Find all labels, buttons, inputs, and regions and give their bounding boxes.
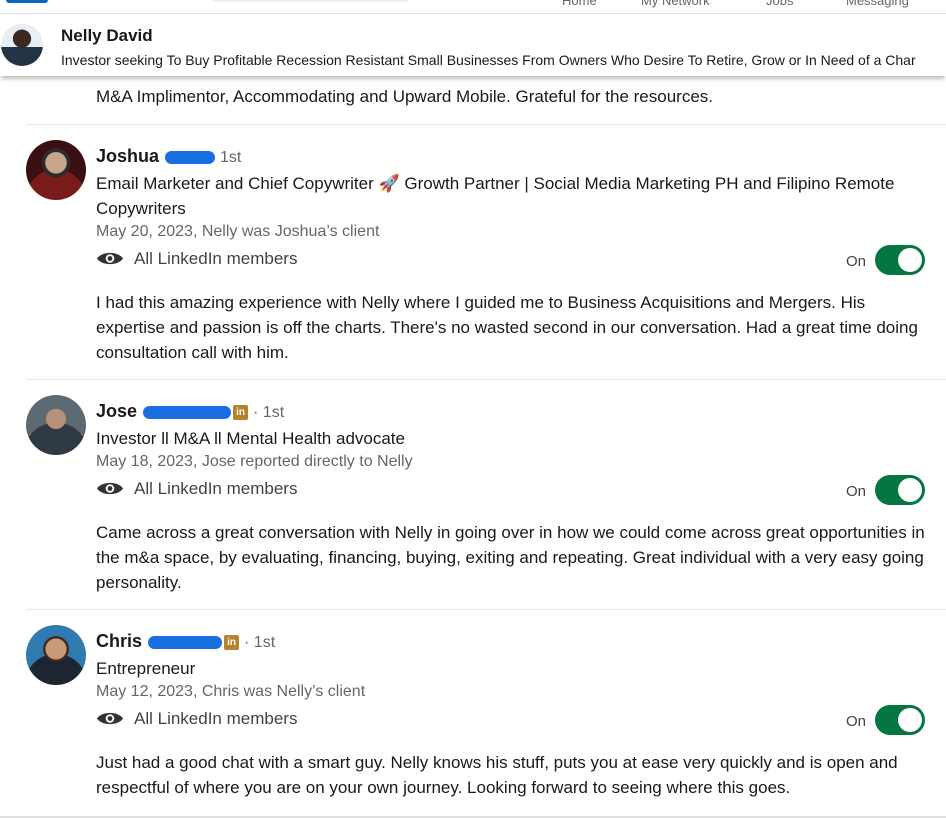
recommender-headline: Entrepreneur <box>96 659 196 678</box>
recommender-name-row[interactable]: Jose in · 1st <box>96 401 284 422</box>
previous-recommendation-tail: M&A Implimentor, Accommodating and Upwar… <box>96 87 713 106</box>
recommendation-item: Joshua 1st Email Marketer and Chief Copyw… <box>0 125 946 380</box>
show-recommendation-toggle[interactable] <box>875 245 925 275</box>
visibility-label: All LinkedIn members <box>134 249 298 268</box>
search-input[interactable] <box>210 0 410 2</box>
more-options-icon[interactable]: ⋮ <box>940 153 946 173</box>
recommendation-date: May 12, 2023, Chris was Nelly’s client <box>96 683 366 700</box>
recommendation-item: Chris in · 1st Entrepreneur May 12, 2023, … <box>0 610 946 816</box>
recommender-headline: Investor ll M&A ll Mental Health advocat… <box>96 429 405 448</box>
visibility-setting: All LinkedIn members <box>96 249 297 269</box>
visibility-setting: All LinkedIn members <box>96 709 297 729</box>
recommender-avatar[interactable] <box>26 395 86 455</box>
nav-my-network[interactable]: My Network <box>641 0 710 8</box>
recommender-avatar[interactable] <box>26 140 86 200</box>
more-options-icon[interactable]: ⋮ <box>940 638 946 658</box>
recommender-name[interactable]: Chris <box>96 631 142 651</box>
recommendation-item: Jose in · 1st Investor ll M&A ll Mental He… <box>0 380 946 610</box>
redaction-mark <box>165 150 216 164</box>
recommender-name-row[interactable]: Joshua 1st <box>96 146 241 167</box>
redaction-mark <box>148 635 223 649</box>
nav-home[interactable]: Home <box>562 0 597 8</box>
global-nav: Home My Network Jobs Messaging <box>0 0 946 12</box>
nav-messaging[interactable]: Messaging <box>846 0 909 8</box>
visibility-label: All LinkedIn members <box>134 709 298 728</box>
profile-sticky-header: Nelly David Investor seeking To Buy Prof… <box>0 13 946 76</box>
recommendation-date: May 20, 2023, Nelly was Joshua’s client <box>96 223 380 240</box>
recommender-name[interactable]: Joshua <box>96 146 159 166</box>
connection-degree: · 1st <box>244 634 276 651</box>
eye-icon <box>97 482 123 495</box>
connection-degree: · 1st <box>253 404 285 421</box>
linkedin-logo-icon[interactable] <box>6 0 48 3</box>
toggle-state-label: On <box>846 713 867 730</box>
toggle-state-label: On <box>846 483 867 500</box>
eye-icon <box>97 252 123 265</box>
toggle-knob <box>898 248 922 272</box>
recommendation-text: I had this amazing experience with Nelly… <box>96 293 918 362</box>
redaction-mark <box>143 405 232 419</box>
toggle-knob <box>898 478 922 502</box>
recommender-name[interactable]: Jose <box>96 401 137 421</box>
recommendation-date: May 18, 2023, Jose reported directly to … <box>96 453 413 470</box>
profile-headline: Investor seeking To Buy Profitable Reces… <box>61 52 916 68</box>
recommender-headline: Email Marketer and Chief Copywriter 🚀 Gr… <box>96 174 895 218</box>
recommender-avatar[interactable] <box>26 625 86 685</box>
connection-degree: 1st <box>220 149 242 166</box>
show-recommendation-toggle[interactable] <box>875 705 925 735</box>
premium-badge-icon: in <box>224 634 240 650</box>
premium-badge-icon: in <box>233 404 249 420</box>
toggle-state-label: On <box>846 253 867 270</box>
show-recommendation-toggle[interactable] <box>875 475 925 505</box>
recommendation-text: Came across a great conversation with Ne… <box>96 523 925 592</box>
visibility-label: All LinkedIn members <box>134 479 298 498</box>
eye-icon <box>97 712 123 725</box>
profile-name: Nelly David <box>61 26 153 45</box>
toggle-knob <box>898 708 922 732</box>
recommendation-text: Just had a good chat with a smart guy. N… <box>96 753 898 797</box>
nav-jobs[interactable]: Jobs <box>766 0 793 8</box>
recommender-name-row[interactable]: Chris in · 1st <box>96 631 275 652</box>
visibility-setting: All LinkedIn members <box>96 479 297 499</box>
more-options-icon[interactable]: ⋮ <box>940 408 946 428</box>
profile-avatar[interactable] <box>1 24 43 66</box>
